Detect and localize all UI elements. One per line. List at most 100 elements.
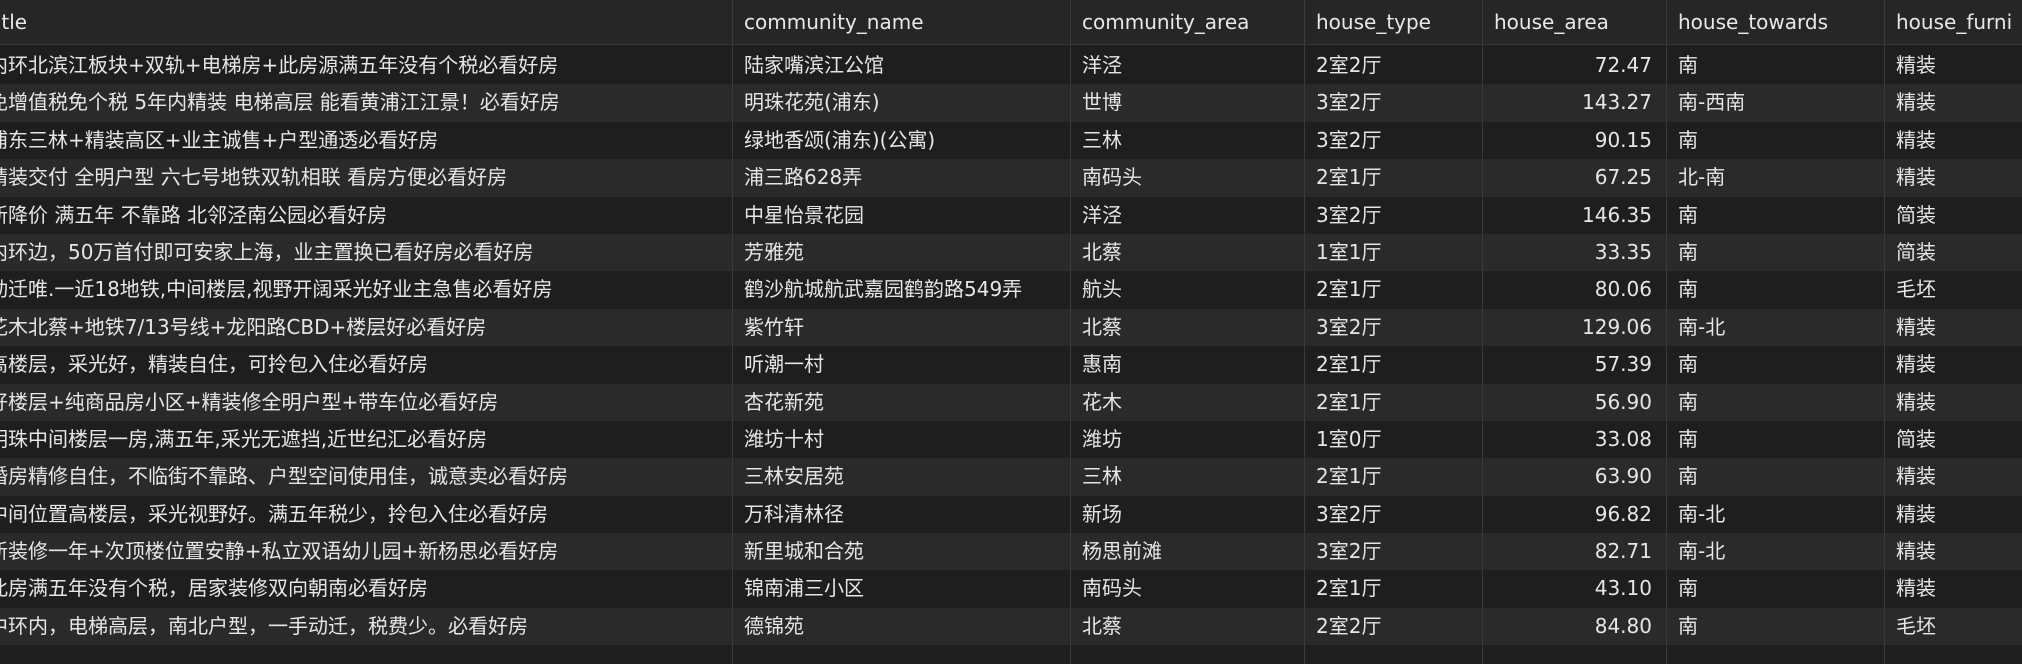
house-furni-cell[interactable]: 精装	[1884, 570, 2022, 607]
community-area-cell[interactable]: 洋泾	[1070, 47, 1304, 84]
house-furni-cell[interactable]: 精装	[1884, 159, 2022, 196]
title-cell[interactable]: 内环边，50万首付即可安家上海，业主置换已看好房必看好房	[0, 234, 732, 271]
house-towards-cell[interactable]: 南	[1666, 234, 1884, 271]
title-cell[interactable]: 中间位置高楼层，采光视野好。满五年税少，拎包入住必看好房	[0, 496, 732, 533]
community-name-cell[interactable]: 听潮一村	[732, 346, 1070, 383]
title-cell[interactable]: 花木北蔡+地铁7/13号线+龙阳路CBD+楼层好必看好房	[0, 309, 732, 346]
house-furni-cell[interactable]: 毛坯	[1884, 608, 2022, 645]
house-type-cell[interactable]: 2室1厅	[1304, 271, 1482, 308]
house-towards-cell[interactable]: 南	[1666, 122, 1884, 159]
title-cell[interactable]: 浦东三林+精装高区+业主诚售+户型通透必看好房	[0, 122, 732, 159]
table-row[interactable]: 新装修一年+次顶楼位置安静+私立双语幼儿园+新杨思必看好房 新里城和合苑 杨思前滩 3…	[0, 533, 2022, 571]
house-area-cell[interactable]: 129.06	[1482, 309, 1666, 346]
title-cell[interactable]: 新装修一年+次顶楼位置安静+私立双语幼儿园+新杨思必看好房	[0, 533, 732, 570]
title-cell[interactable]: 高楼层，采光好，精装自住，可拎包入住必看好房	[0, 346, 732, 383]
house-type-cell[interactable]: 2室2厅	[1304, 608, 1482, 645]
column-divider[interactable]	[1884, 0, 1885, 664]
house-towards-cell[interactable]: 北-南	[1666, 159, 1884, 196]
table-row[interactable]: 中环内，电梯高层，南北户型，一手动迁，税费少。必看好房 德锦苑 北蔡 2室2厅 84.8…	[0, 607, 2022, 646]
house-area-cell[interactable]: 57.39	[1482, 346, 1666, 383]
house-furni-cell[interactable]: 精装	[1884, 47, 2022, 84]
house-type-cell[interactable]: 3室2厅	[1304, 197, 1482, 234]
house-furni-cell[interactable]: 精装	[1884, 458, 2022, 495]
house-area-cell[interactable]: 72.47	[1482, 47, 1666, 84]
column-header-house-towards[interactable]: house_towards	[1666, 0, 1884, 44]
house-towards-cell[interactable]: 南	[1666, 421, 1884, 458]
house-type-cell[interactable]: 2室1厅	[1304, 159, 1482, 196]
house-type-cell[interactable]: 2室1厅	[1304, 458, 1482, 495]
column-divider[interactable]	[732, 0, 733, 664]
column-header-title[interactable]: title	[0, 0, 732, 44]
table-row[interactable]: 高楼层，采光好，精装自住，可拎包入住必看好房 听潮一村 惠南 2室1厅 57.39 南精装	[0, 346, 2022, 384]
table-row[interactable]: 婚房精修自住，不临街不靠路、户型空间使用佳，诚意卖必看好房 三林安居苑 三林 2室1厅…	[0, 458, 2022, 496]
table-row[interactable]: 花木北蔡+地铁7/13号线+龙阳路CBD+楼层好必看好房 紫竹轩 北蔡 3室2厅 129…	[0, 308, 2022, 347]
house-towards-cell[interactable]: 南	[1666, 608, 1884, 645]
community-area-cell[interactable]: 洋泾	[1070, 197, 1304, 234]
house-area-cell[interactable]: 80.06	[1482, 271, 1666, 308]
community-area-cell[interactable]: 世博	[1070, 84, 1304, 121]
community-area-cell[interactable]: 南码头	[1070, 570, 1304, 607]
house-towards-cell[interactable]: 南	[1666, 570, 1884, 607]
community-name-cell[interactable]: 德锦苑	[732, 608, 1070, 645]
house-towards-cell[interactable]: 南	[1666, 384, 1884, 421]
table-row[interactable]: 中间位置高楼层，采光视野好。满五年税少，拎包入住必看好房 万科清林径 新场 3室2厅 9…	[0, 495, 2022, 534]
house-towards-cell[interactable]: 南-北	[1666, 533, 1884, 570]
house-area-cell[interactable]: 90.15	[1482, 122, 1666, 159]
community-area-cell[interactable]: 南码头	[1070, 159, 1304, 196]
column-header-community-name[interactable]: community_name	[732, 0, 1070, 44]
community-name-cell[interactable]: 紫竹轩	[732, 309, 1070, 346]
house-towards-cell[interactable]: 南-北	[1666, 496, 1884, 533]
title-cell[interactable]: 免增值税免个税 5年内精装 电梯高层 能看黄浦江江景！必看好房	[0, 84, 732, 121]
house-towards-cell[interactable]: 南-北	[1666, 309, 1884, 346]
community-area-cell[interactable]: 杨思前滩	[1070, 533, 1304, 570]
house-area-cell[interactable]: 63.90	[1482, 458, 1666, 495]
house-furni-cell[interactable]: 简装	[1884, 234, 2022, 271]
table-row[interactable]: 此房满五年没有个税，居家装修双向朝南必看好房 锦南浦三小区 南码头 2室1厅 43.10…	[0, 570, 2022, 608]
community-name-cell[interactable]: 中星怡景花园	[732, 197, 1070, 234]
house-furni-cell[interactable]: 精装	[1884, 122, 2022, 159]
house-area-cell[interactable]: 33.08	[1482, 421, 1666, 458]
community-name-cell[interactable]: 陆家嘴滨江公馆	[732, 47, 1070, 84]
house-area-cell[interactable]: 146.35	[1482, 197, 1666, 234]
house-towards-cell[interactable]: 南	[1666, 458, 1884, 495]
table-row[interactable]: 内环北滨江板块+双轨+电梯房+此房源满五年没有个税必看好房 陆家嘴滨江公馆 洋泾 2室…	[0, 47, 2022, 85]
title-cell[interactable]: 动迁唯.一近18地铁,中间楼层,视野开阔采光好业主急售必看好房	[0, 271, 732, 308]
community-area-cell[interactable]: 新场	[1070, 496, 1304, 533]
house-type-cell[interactable]: 3室2厅	[1304, 309, 1482, 346]
house-area-cell[interactable]: 67.25	[1482, 159, 1666, 196]
column-divider[interactable]	[1070, 0, 1071, 664]
community-name-cell[interactable]: 鹤沙航城航武嘉园鹤韵路549弄	[732, 271, 1070, 308]
table-row[interactable]: 明珠中间楼层一房,满五年,采光无遮挡,近世纪汇必看好房 潍坊十村 潍坊 1室0厅 33.…	[0, 420, 2022, 459]
house-area-cell[interactable]: 96.82	[1482, 496, 1666, 533]
community-area-cell[interactable]: 花木	[1070, 384, 1304, 421]
house-type-cell[interactable]: 1室1厅	[1304, 234, 1482, 271]
title-cell[interactable]: 明珠中间楼层一房,满五年,采光无遮挡,近世纪汇必看好房	[0, 421, 732, 458]
table-row[interactable]: 动迁唯.一近18地铁,中间楼层,视野开阔采光好业主急售必看好房 鹤沙航城航武嘉园鹤…	[0, 271, 2022, 309]
house-towards-cell[interactable]: 南	[1666, 197, 1884, 234]
house-type-cell[interactable]: 3室2厅	[1304, 122, 1482, 159]
table-row[interactable]: 免增值税免个税 5年内精装 电梯高层 能看黄浦江江景！必看好房 明珠花苑(浦东) 世…	[0, 84, 2022, 122]
community-area-cell[interactable]: 北蔡	[1070, 234, 1304, 271]
community-area-cell[interactable]: 航头	[1070, 271, 1304, 308]
house-furni-cell[interactable]: 精装	[1884, 496, 2022, 533]
column-divider[interactable]	[1304, 0, 1305, 664]
house-towards-cell[interactable]: 南	[1666, 47, 1884, 84]
community-name-cell[interactable]: 明珠花苑(浦东)	[732, 84, 1070, 121]
title-cell[interactable]: 此房满五年没有个税，居家装修双向朝南必看好房	[0, 570, 732, 607]
title-cell[interactable]: 新降价 满五年 不靠路 北邻泾南公园必看好房	[0, 197, 732, 234]
community-name-cell[interactable]: 三林安居苑	[732, 458, 1070, 495]
table-row[interactable]: 新降价 满五年 不靠路 北邻泾南公园必看好房 中星怡景花园 洋泾 3室2厅 146.35…	[0, 196, 2022, 234]
community-area-cell[interactable]: 北蔡	[1070, 309, 1304, 346]
title-cell[interactable]: 内环北滨江板块+双轨+电梯房+此房源满五年没有个税必看好房	[0, 47, 732, 84]
community-name-cell[interactable]: 绿地香颂(浦东)(公寓)	[732, 122, 1070, 159]
column-header-community-area[interactable]: community_area	[1070, 0, 1304, 44]
house-type-cell[interactable]: 2室1厅	[1304, 570, 1482, 607]
title-cell[interactable]: 中环内，电梯高层，南北户型，一手动迁，税费少。必看好房	[0, 608, 732, 645]
community-name-cell[interactable]: 锦南浦三小区	[732, 570, 1070, 607]
community-name-cell[interactable]: 潍坊十村	[732, 421, 1070, 458]
community-name-cell[interactable]: 万科清林径	[732, 496, 1070, 533]
house-towards-cell[interactable]: 南	[1666, 271, 1884, 308]
house-towards-cell[interactable]: 南	[1666, 346, 1884, 383]
house-area-cell[interactable]: 33.35	[1482, 234, 1666, 271]
community-name-cell[interactable]: 浦三路628弄	[732, 159, 1070, 196]
